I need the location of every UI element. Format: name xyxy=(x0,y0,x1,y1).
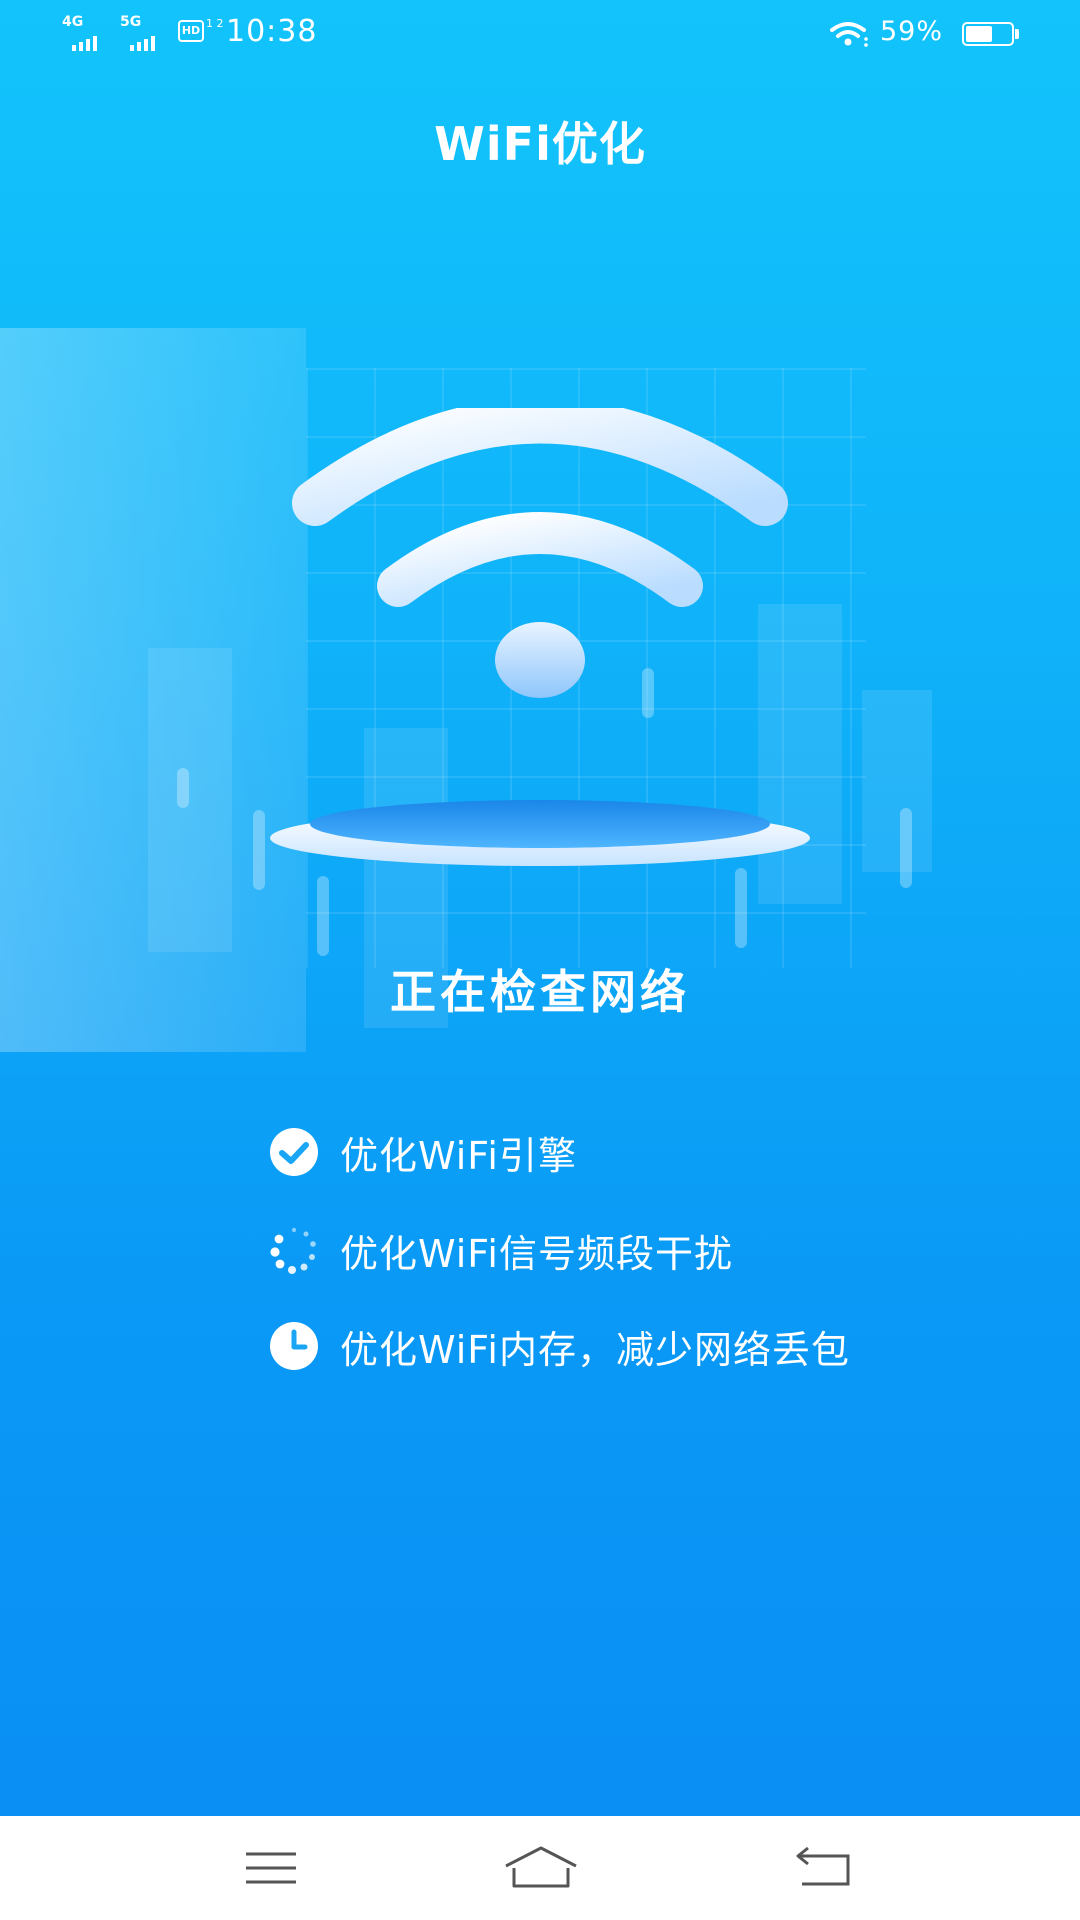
sim1-signal-bars-icon xyxy=(72,36,97,51)
battery-percent: 59% xyxy=(880,16,944,47)
clock-icon xyxy=(270,1322,318,1370)
decorative-bar xyxy=(862,690,932,872)
step-label: 优化WiFi引擎 xyxy=(340,1133,577,1178)
step-label: 优化WiFi内存，减少网络丢包 xyxy=(340,1327,850,1372)
wifi-platform-disc xyxy=(270,800,810,866)
check-circle-icon xyxy=(270,1128,318,1176)
system-navigation-bar xyxy=(0,1816,1080,1920)
sim2-network-type: 5G xyxy=(120,14,142,30)
scan-status-text: 正在检查网络 xyxy=(390,965,690,1019)
status-bar: 4G 5G HD 1 2 10:38 59% xyxy=(0,0,1080,66)
sim2-signal-bars-icon xyxy=(130,36,155,51)
home-icon[interactable] xyxy=(496,1842,586,1894)
wifi-scan-illustration xyxy=(0,328,1080,1052)
clock: 10:38 xyxy=(226,14,318,49)
sim1-signal: 4G xyxy=(62,14,97,51)
decorative-bar xyxy=(148,648,232,952)
back-icon[interactable] xyxy=(778,1842,868,1894)
wifi-large-icon xyxy=(292,408,788,698)
decorative-pill xyxy=(900,808,912,888)
page-title: WiFi优化 xyxy=(434,117,646,171)
loading-spinner-icon xyxy=(270,1227,316,1274)
sim2-signal: 5G xyxy=(120,14,155,51)
step-label: 优化WiFi信号频段干扰 xyxy=(340,1231,733,1276)
battery-tip xyxy=(1015,29,1019,39)
hd-voice-sim-index: 1 2 xyxy=(206,17,224,30)
step-item-memory: 优化WiFi内存，减少网络丢包 xyxy=(268,1318,850,1374)
sim1-network-type: 4G xyxy=(62,14,84,30)
hd-voice-badge: HD xyxy=(178,20,204,42)
step-item-interference: 优化WiFi信号频段干扰 xyxy=(268,1222,733,1278)
decorative-pill xyxy=(317,876,329,956)
battery-level-fill xyxy=(966,26,992,42)
battery-icon xyxy=(962,22,1014,46)
decorative-pill xyxy=(177,768,189,808)
menu-icon[interactable] xyxy=(226,1842,316,1894)
screen: 4G 5G HD 1 2 10:38 59% WiFi优化 正在检查网络 优化W… xyxy=(0,0,1080,1816)
step-item-engine: 优化WiFi引擎 xyxy=(268,1124,577,1180)
wifi-status-icon xyxy=(830,22,868,47)
